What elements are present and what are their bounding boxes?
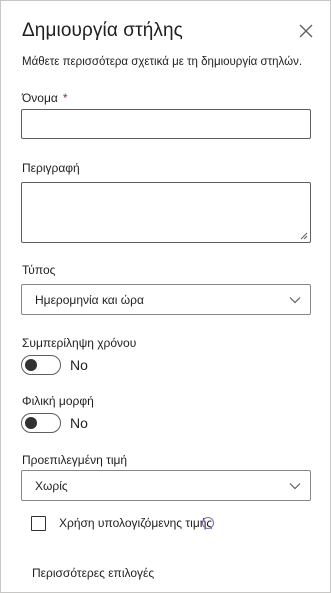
name-label: Όνομα * bbox=[22, 91, 68, 105]
chevron-down-icon bbox=[289, 297, 301, 304]
friendly-format-label: Φιλική μορφή bbox=[22, 394, 94, 408]
panel-title: Δημιουργία στήλης bbox=[22, 20, 183, 41]
calculated-value-checkbox[interactable] bbox=[31, 516, 46, 531]
info-icon[interactable] bbox=[202, 517, 214, 529]
toggle-knob bbox=[25, 359, 37, 371]
friendly-format-state: No bbox=[70, 415, 88, 431]
friendly-format-toggle[interactable] bbox=[21, 413, 61, 433]
learn-more-link[interactable]: Μάθετε περισσότερα σχετικά με τη δημιουρ… bbox=[22, 56, 302, 68]
default-value-dropdown-value: Χωρίς bbox=[35, 479, 68, 493]
required-indicator: * bbox=[62, 91, 68, 105]
description-textarea[interactable] bbox=[21, 182, 311, 243]
name-label-text: Όνομα bbox=[22, 91, 58, 105]
resize-handle-icon[interactable] bbox=[300, 232, 308, 240]
type-dropdown-value: Ημερομηνία και ώρα bbox=[35, 293, 144, 307]
more-options-link[interactable]: Περισσότερες επιλογές bbox=[32, 566, 154, 580]
include-time-toggle[interactable] bbox=[21, 355, 61, 375]
include-time-state: No bbox=[70, 357, 88, 373]
calculated-value-label[interactable]: Χρήση υπολογιζόμενης τιμής bbox=[59, 516, 212, 530]
include-time-label: Συμπερίληψη χρόνου bbox=[22, 336, 137, 350]
default-value-dropdown[interactable]: Χωρίς bbox=[21, 470, 311, 501]
type-dropdown[interactable]: Ημερομηνία και ώρα bbox=[21, 284, 311, 315]
chevron-down-icon bbox=[289, 483, 301, 490]
close-icon[interactable] bbox=[297, 22, 315, 40]
create-column-panel: Δημιουργία στήλης Μάθετε περισσότερα σχε… bbox=[0, 0, 331, 593]
name-input[interactable] bbox=[21, 109, 311, 139]
default-value-label: Προεπιλεγμένη τιμή bbox=[22, 453, 128, 467]
toggle-knob bbox=[25, 417, 37, 429]
description-label: Περιγραφή bbox=[22, 161, 80, 175]
type-label: Τύπος bbox=[22, 263, 56, 277]
